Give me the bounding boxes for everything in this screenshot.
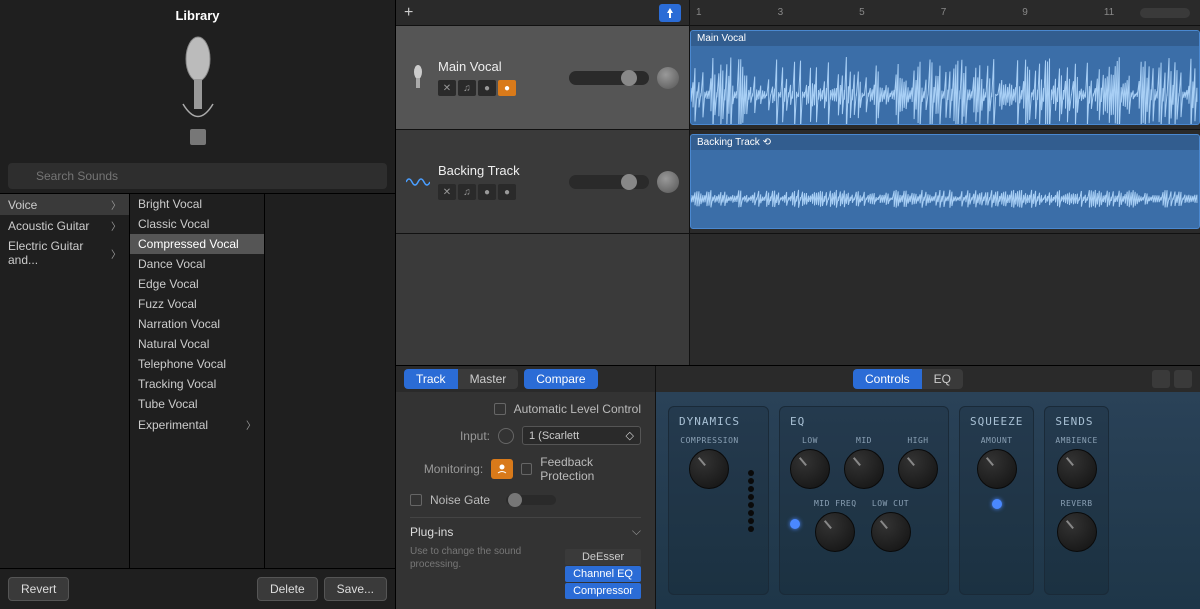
- track-headers: + Main Vocal ✕ ♫ ● ●: [396, 0, 690, 365]
- library-preview-image: [0, 29, 395, 159]
- knob-reverb[interactable]: [1057, 512, 1097, 552]
- region-name-label: Backing Track ⟲: [691, 135, 1199, 150]
- volume-slider[interactable]: [569, 71, 649, 85]
- category-item[interactable]: Voice〉: [0, 194, 129, 215]
- track-name-label: Main Vocal: [438, 59, 561, 74]
- monitoring-label: Monitoring:: [410, 462, 483, 476]
- knob-amount[interactable]: [977, 449, 1017, 489]
- noise-gate-slider[interactable]: [506, 495, 556, 505]
- plugins-title: Plug-ins: [410, 525, 453, 539]
- noise-gate-checkbox[interactable]: [410, 494, 422, 506]
- knob-high[interactable]: [898, 449, 938, 489]
- eq-led: [790, 519, 800, 529]
- preset-item[interactable]: Edge Vocal: [130, 274, 264, 294]
- preset-item[interactable]: Dance Vocal: [130, 254, 264, 274]
- track-type-icon: [406, 162, 430, 202]
- section-squeeze: SQUEEZE: [970, 415, 1023, 428]
- add-track-button[interactable]: +: [404, 4, 413, 22]
- tab-track[interactable]: Track: [404, 369, 458, 389]
- track-type-icon: [406, 58, 430, 98]
- audio-region[interactable]: Backing Track ⟲: [690, 134, 1200, 229]
- inspector-icon[interactable]: [1174, 370, 1192, 388]
- edit-icon[interactable]: [1152, 370, 1170, 388]
- input-select[interactable]: 1 (Scarlett◇: [522, 426, 641, 445]
- auto-level-checkbox[interactable]: [494, 403, 506, 415]
- plugin-slot[interactable]: Channel EQ: [565, 566, 641, 582]
- mute-button[interactable]: ✕: [438, 184, 456, 200]
- input-label: Input:: [410, 429, 490, 443]
- plugins-disclosure[interactable]: ⌵: [632, 524, 641, 539]
- headphone-button[interactable]: ♫: [458, 80, 476, 96]
- track-name-label: Backing Track: [438, 163, 561, 178]
- auto-level-label: Automatic Level Control: [514, 402, 641, 416]
- squeeze-led: [992, 499, 1002, 509]
- dynamics-meter: [748, 415, 758, 586]
- knob-compression[interactable]: [689, 449, 729, 489]
- headphone-button[interactable]: ♫: [458, 184, 476, 200]
- library-title: Library: [0, 0, 395, 29]
- volume-slider[interactable]: [569, 175, 649, 189]
- preset-item[interactable]: Classic Vocal: [130, 214, 264, 234]
- feedback-checkbox[interactable]: [521, 463, 532, 475]
- pan-knob[interactable]: [657, 171, 679, 193]
- tab-master[interactable]: Master: [458, 369, 519, 389]
- knob-low[interactable]: [790, 449, 830, 489]
- preset-item[interactable]: Fuzz Vocal: [130, 294, 264, 314]
- compare-button[interactable]: Compare: [524, 369, 597, 389]
- preset-item[interactable]: Tracking Vocal: [130, 374, 264, 394]
- preset-item[interactable]: Compressed Vocal: [130, 234, 264, 254]
- preset-item[interactable]: Telephone Vocal: [130, 354, 264, 374]
- monitoring-button[interactable]: [491, 459, 513, 479]
- input-monitor-button[interactable]: ●: [498, 80, 516, 96]
- feedback-label: Feedback Protection: [540, 455, 641, 483]
- library-browser: Voice〉Acoustic Guitar〉Electric Guitar an…: [0, 193, 395, 569]
- timeline-ruler[interactable]: 1357911: [690, 0, 1200, 26]
- save-button[interactable]: Save...: [324, 577, 387, 601]
- search-input[interactable]: [8, 163, 387, 189]
- pan-knob[interactable]: [657, 67, 679, 89]
- knob-low-cut[interactable]: [871, 512, 911, 552]
- region-name-label: Main Vocal: [691, 31, 1199, 46]
- plugins-hint: Use to change the sound processing.: [410, 545, 550, 571]
- category-item[interactable]: Acoustic Guitar〉: [0, 215, 129, 236]
- track-header[interactable]: Main Vocal ✕ ♫ ● ●: [396, 26, 689, 130]
- library-panel: Library Voice〉Acoustic Guitar〉Electric G…: [0, 0, 396, 609]
- smart-controls-panel: DYNAMICS COMPRESSION EQ: [656, 392, 1200, 609]
- noise-gate-label: Noise Gate: [430, 493, 490, 507]
- section-dynamics: DYNAMICS: [679, 415, 740, 428]
- preset-item[interactable]: Experimental〉: [130, 414, 264, 435]
- revert-button[interactable]: Revert: [8, 577, 69, 601]
- audio-region[interactable]: Main Vocal: [690, 30, 1200, 125]
- preset-item[interactable]: Bright Vocal: [130, 194, 264, 214]
- tab-eq[interactable]: EQ: [922, 369, 963, 389]
- section-eq: EQ: [790, 415, 938, 428]
- preset-item[interactable]: Tube Vocal: [130, 394, 264, 414]
- input-monitor-button[interactable]: ●: [498, 184, 516, 200]
- tab-controls[interactable]: Controls: [853, 369, 922, 389]
- category-item[interactable]: Electric Guitar and...〉: [0, 236, 129, 270]
- delete-button[interactable]: Delete: [257, 577, 318, 601]
- track-filter-button[interactable]: [659, 4, 681, 22]
- arrangement-area[interactable]: 1357911 Main Vocal Backing Track ⟲: [690, 0, 1200, 365]
- preset-item[interactable]: Narration Vocal: [130, 314, 264, 334]
- waveform-icon: [691, 151, 1199, 229]
- knob-ambience[interactable]: [1057, 449, 1097, 489]
- section-sends: SENDS: [1055, 415, 1098, 428]
- knob-mid[interactable]: [844, 449, 884, 489]
- track-header[interactable]: Backing Track ✕ ♫ ● ●: [396, 130, 689, 234]
- mute-button[interactable]: ✕: [438, 80, 456, 96]
- record-enable-button[interactable]: ●: [478, 80, 496, 96]
- preset-item[interactable]: Natural Vocal: [130, 334, 264, 354]
- knob-mid-freq[interactable]: [815, 512, 855, 552]
- record-enable-button[interactable]: ●: [478, 184, 496, 200]
- waveform-icon: [691, 47, 1199, 125]
- plugin-slot[interactable]: DeEsser: [565, 549, 641, 565]
- input-circle-icon: [498, 428, 514, 444]
- plugin-slot[interactable]: Compressor: [565, 583, 641, 599]
